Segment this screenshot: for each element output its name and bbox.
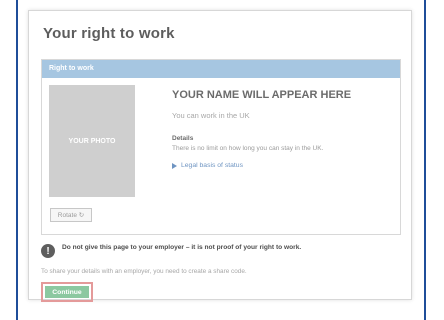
legal-basis-label: Legal basis of status [181,162,243,169]
photo-label: YOUR PHOTO [68,137,116,145]
page-title: Your right to work [43,25,175,42]
share-info-text: To share your details with an employer, … [41,268,247,275]
name-placeholder: YOUR NAME WILL APPEAR HERE [172,89,352,101]
disclosure-triangle-icon [172,162,177,169]
warning-text: Do not give this page to your employer –… [62,244,302,251]
warning-icon: ! [41,244,55,258]
page-container: Your right to work Right to work YOUR PH… [28,10,412,302]
continue-highlight: Continue [41,282,93,302]
warning-notice: ! Do not give this page to your employer… [41,243,302,258]
details-label: Details [172,135,194,142]
continue-button[interactable]: Continue [45,286,89,298]
legal-basis-link[interactable]: Legal basis of status [172,162,243,169]
right-to-work-card: Right to work YOUR PHOTO Rotate ↻ YOUR N… [41,59,401,235]
details-text: There is no limit on how long you can st… [172,145,324,152]
photo-placeholder: YOUR PHOTO [49,85,135,197]
rotate-button[interactable]: Rotate ↻ [50,208,92,222]
card-header: Right to work [42,60,400,78]
screenshot-frame: Your right to work Right to work YOUR PH… [16,0,426,320]
work-status: You can work in the UK [172,111,250,120]
